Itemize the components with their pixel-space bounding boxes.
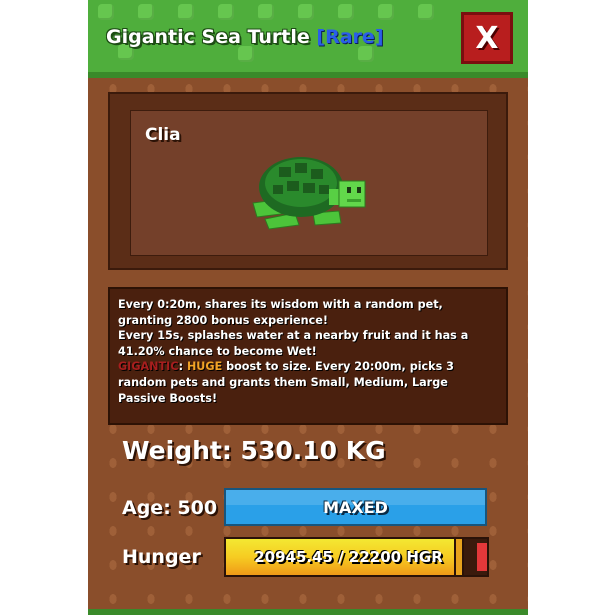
mutation-keyword: GIGANTIC [118, 360, 179, 374]
pet-viewport-inner: Clia [130, 110, 488, 256]
ability-line-1: Every 0:20m, shares its wisdom with a ra… [118, 298, 443, 327]
hunger-bar: 20945.45 / 22200 HGR [224, 537, 489, 577]
age-label: Age: 500 [122, 497, 218, 519]
hunger-cap [477, 543, 487, 571]
age-status: MAXED [323, 497, 388, 517]
panel-header: Gigantic Sea Turtle [Rare] X [88, 0, 528, 78]
pet-info-panel: Gigantic Sea Turtle [Rare] X Clia Every … [88, 0, 528, 615]
pet-species: Gigantic Sea Turtle [106, 26, 310, 48]
close-button[interactable]: X [461, 12, 513, 64]
ground-strip [88, 609, 528, 615]
pet-viewport: Clia [108, 92, 508, 270]
hunger-value: 20945.45 / 22200 HGR [254, 548, 443, 566]
mutation-separator: : [178, 360, 187, 374]
ability-description: Every 0:20m, shares its wisdom with a ra… [108, 287, 508, 425]
rarity-badge: [Rare] [316, 26, 384, 48]
hunger-label: Hunger [122, 546, 201, 568]
sea-turtle-icon [252, 157, 366, 230]
close-icon: X [475, 20, 499, 56]
weight-label: Weight: 530.10 KG [122, 436, 386, 465]
size-keyword: HUGE [186, 360, 223, 374]
ability-line-2: Every 15s, splashes water at a nearby fr… [118, 329, 469, 358]
age-bar: MAXED [224, 488, 487, 526]
mutation-line: GIGANTIC: HUGE boost to size. Every 20:0… [118, 359, 498, 406]
pet-name: Clia [145, 125, 181, 145]
pet-title: Gigantic Sea Turtle [Rare] [106, 26, 384, 48]
